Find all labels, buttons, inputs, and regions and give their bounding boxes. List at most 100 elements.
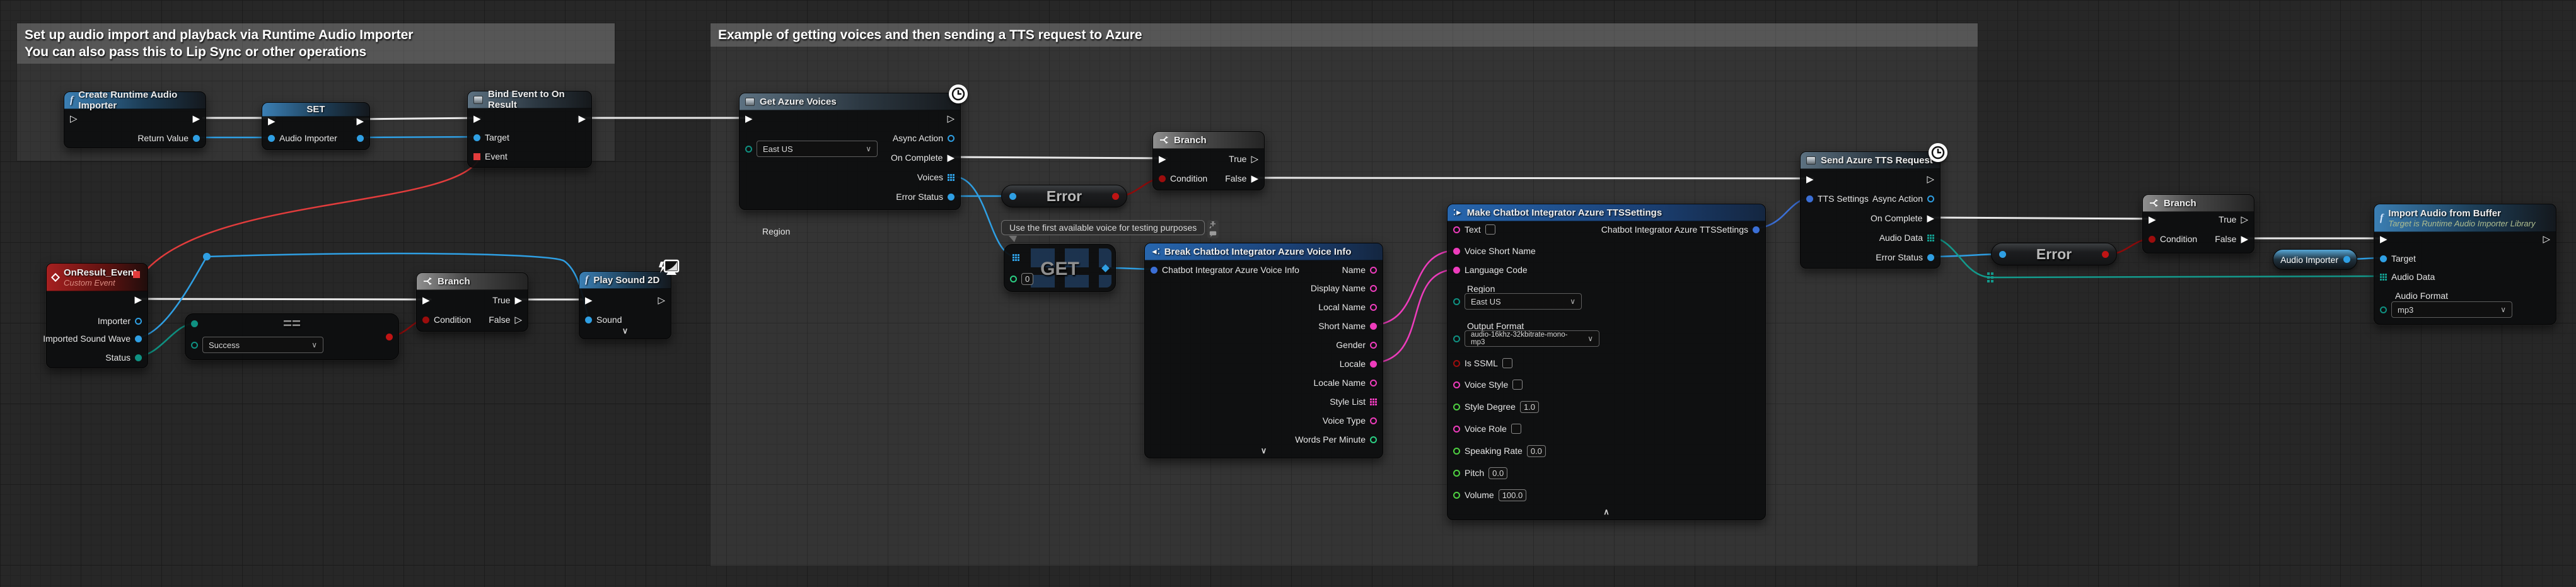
true-exec-pin[interactable]: ▷ (2241, 215, 2248, 224)
pitch-value-box[interactable]: 0.0 (1488, 467, 1507, 479)
exec-out-pin[interactable]: ▶ (192, 114, 200, 124)
false-exec-pin[interactable]: ▷ (514, 315, 522, 325)
error-in-pin[interactable] (1009, 193, 1016, 200)
delegate-out-pin[interactable] (133, 271, 140, 278)
object-out-pin[interactable] (357, 135, 364, 142)
error-status-pin[interactable] (1927, 254, 1934, 261)
pushpin-icon[interactable] (1209, 221, 1217, 229)
true-exec-pin[interactable]: ▶ (514, 296, 522, 305)
style-degree-pin[interactable] (1453, 404, 1460, 410)
node-set-audio-importer[interactable]: SET ▶ ▶ Audio Importer (262, 102, 370, 150)
voice-role-input-box[interactable] (1511, 424, 1521, 434)
style-list-array-pin[interactable] (1370, 398, 1377, 405)
int-out-pin[interactable] (1370, 436, 1377, 443)
region-dropdown[interactable]: East US ∨ (1465, 293, 1582, 310)
index-value-box[interactable]: 0 (1021, 273, 1033, 285)
object-out-pin[interactable] (135, 335, 142, 342)
string-out-pin[interactable] (1370, 267, 1377, 274)
node-make-azure-ttssettings[interactable]: ⁚► Make Chatbot Integrator Azure TTSSett… (1447, 204, 1766, 520)
volume-value-box[interactable]: 100.0 (1499, 489, 1527, 501)
false-exec-pin[interactable]: ▶ (1251, 174, 1258, 183)
object-pin[interactable] (193, 135, 200, 142)
node-branch-3[interactable]: Branch ▶ True ▷ Condition False ▶ (2142, 194, 2254, 253)
audio-data-array-pin[interactable] (1927, 235, 1934, 241)
exec-out-pin[interactable]: ▷ (658, 296, 665, 305)
speech-bubble-icon[interactable] (1209, 231, 1217, 237)
node-audio-importer-getter[interactable]: Audio Importer (2273, 249, 2357, 270)
node-get-azure-voices[interactable]: Get Azure Voices ▶ ▷ Region East US ∨ As… (739, 93, 961, 210)
string-out-pin[interactable] (1370, 323, 1377, 330)
node-error-macro-1[interactable]: Error (1001, 185, 1127, 207)
async-action-pin[interactable] (948, 135, 954, 142)
string-out-pin[interactable] (1370, 361, 1377, 368)
string-out-pin[interactable] (1370, 304, 1377, 311)
on-complete-exec-pin[interactable]: ▶ (947, 153, 954, 163)
region-enum-pin[interactable] (1453, 298, 1460, 305)
node-array-get[interactable]: GET 0 (1004, 244, 1116, 292)
string-out-pin[interactable] (1370, 342, 1377, 349)
language-code-pin[interactable] (1453, 267, 1460, 274)
text-input-box[interactable] (1485, 224, 1495, 235)
is-ssml-checkbox[interactable] (1502, 358, 1512, 368)
audio-format-enum-pin[interactable] (2380, 306, 2387, 313)
voice-short-name-pin[interactable] (1453, 248, 1460, 255)
node-create-runtime-audio-importer[interactable]: f Create Runtime Audio Importer ▷ ▶ Retu… (64, 91, 206, 148)
exec-out-pin[interactable]: ▶ (356, 117, 364, 126)
voice-style-pin[interactable] (1453, 381, 1460, 388)
node-import-audio-from-buffer[interactable]: f Import Audio from Buffer Target is Run… (2374, 204, 2556, 325)
node-error-macro-2[interactable]: Error (1991, 243, 2117, 265)
collapse-chevron-icon[interactable]: ∧ (1448, 507, 1765, 517)
node-send-azure-tts-request[interactable]: Send Azure TTS Request ▶ ▷ TTS Settings … (1800, 151, 1941, 269)
delegate-pin[interactable] (473, 153, 480, 160)
voices-array-pin[interactable] (948, 174, 954, 181)
sound-pin[interactable] (585, 317, 592, 323)
false-exec-pin[interactable]: ▶ (2241, 235, 2248, 244)
object-pin[interactable] (473, 134, 480, 141)
error-out-pin[interactable] (1112, 193, 1119, 200)
node-onresult-custom-event[interactable]: OnResult_Event Custom Event ▶ Importer I… (46, 263, 148, 368)
exec-out-pin[interactable]: ▷ (2543, 235, 2550, 244)
string-out-pin[interactable] (1370, 380, 1377, 386)
voice-style-input-box[interactable] (1512, 380, 1523, 390)
node-equal-enum[interactable]: == Success ∨ (185, 313, 399, 360)
struct-in-pin[interactable] (1151, 267, 1157, 274)
exec-out-pin[interactable]: ▷ (1927, 175, 1934, 184)
speaking-rate-value-box[interactable]: 0.0 (1527, 445, 1546, 457)
audio-data-array-pin[interactable] (2380, 274, 2387, 281)
enum-out-pin[interactable] (135, 354, 142, 361)
is-ssml-pin[interactable] (1453, 360, 1460, 367)
node-bind-event-to-on-result[interactable]: Bind Event to On Result ▶ ▶ Target Event (467, 91, 592, 168)
node-break-azure-voice-info[interactable]: ◄⁚ Break Chatbot Integrator Azure Voice … (1144, 243, 1383, 458)
true-exec-pin[interactable]: ▷ (1251, 154, 1258, 164)
bool-out-pin[interactable] (386, 334, 393, 340)
pitch-pin[interactable] (1453, 470, 1460, 477)
node-branch-2[interactable]: Branch ▶ True ▷ Condition False ▶ (1152, 131, 1265, 190)
exec-out-pin[interactable]: ▶ (134, 295, 142, 305)
string-out-pin[interactable] (1370, 285, 1377, 292)
node-comment-bubble[interactable]: Use the first available voice for testin… (1001, 220, 1219, 238)
expand-chevron-icon[interactable]: ∨ (579, 326, 671, 336)
voice-role-pin[interactable] (1453, 426, 1460, 433)
on-complete-exec-pin[interactable]: ▶ (1927, 214, 1934, 223)
volume-pin[interactable] (1453, 492, 1460, 499)
style-degree-value-box[interactable]: 1.0 (1520, 401, 1539, 413)
async-action-pin[interactable] (1927, 195, 1934, 202)
target-pin[interactable] (2380, 255, 2387, 262)
array-in-pin[interactable] (1012, 254, 1019, 261)
index-pin[interactable] (1010, 276, 1017, 282)
object-out-pin[interactable] (2343, 256, 2350, 263)
enum-a-pin[interactable] (191, 320, 198, 327)
exec-out-pin[interactable]: ▶ (578, 114, 586, 124)
node-play-sound-2d[interactable]: f Play Sound 2D ▶ ▷ Sound ∨ (579, 271, 671, 339)
audio-format-dropdown[interactable]: mp3 ∨ (2391, 301, 2512, 318)
output-format-enum-pin[interactable] (1453, 335, 1460, 342)
node-branch-1[interactable]: Branch ▶ True ▶ Condition False ▷ (416, 272, 528, 332)
blueprint-canvas[interactable]: Set up audio import and playback via Run… (0, 0, 2576, 587)
error-in-pin[interactable] (1999, 251, 2006, 258)
struct-out-pin[interactable] (1753, 226, 1760, 233)
error-out-pin[interactable] (2102, 251, 2109, 258)
error-status-pin[interactable] (948, 194, 954, 201)
object-out-pin[interactable] (135, 318, 142, 325)
tts-settings-pin[interactable] (1806, 195, 1813, 202)
bubble-controls[interactable] (1207, 220, 1219, 238)
